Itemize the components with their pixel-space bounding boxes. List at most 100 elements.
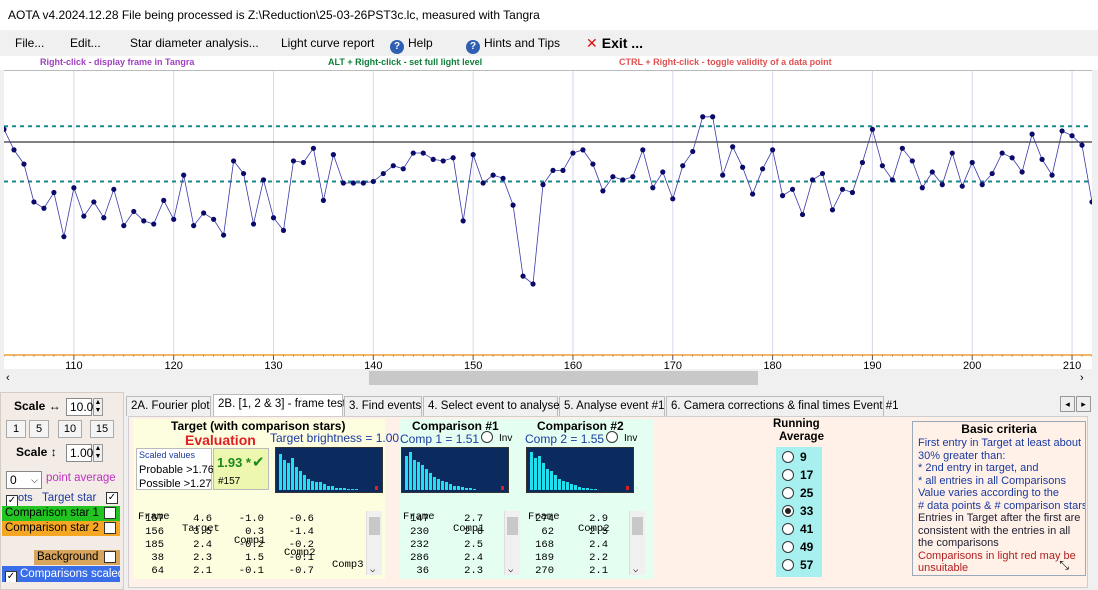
- running-average-option-41[interactable]: 41: [782, 522, 813, 536]
- comparison1-scroll-thumb[interactable]: [507, 517, 518, 535]
- table-cell: 2.3: [464, 565, 483, 577]
- comparison1-invert[interactable]: Inv: [481, 431, 512, 444]
- target-star-row[interactable]: ✓ ots Target star ✓: [6, 490, 122, 507]
- tab-find-events[interactable]: 3. Find events: [344, 396, 422, 416]
- data-point: [1089, 199, 1095, 205]
- running-average-option-25[interactable]: 25: [782, 486, 813, 500]
- menu-star-diameter[interactable]: Star diameter analysis...: [130, 36, 259, 50]
- target-table-scrollbar[interactable]: ⌵: [366, 511, 382, 575]
- radio-button[interactable]: [782, 559, 794, 571]
- preset-button-15[interactable]: 15: [90, 420, 114, 438]
- resize-grip-icon[interactable]: ⤡: [1059, 558, 1069, 573]
- table-cell: 2.4: [464, 552, 483, 564]
- menu-lightcurve-report[interactable]: Light curve report: [281, 36, 374, 50]
- comparison-star-2-checkbox[interactable]: [104, 522, 116, 534]
- histogram-bar: [299, 471, 302, 490]
- comparison-star-2-row[interactable]: Comparison star 2: [2, 521, 120, 536]
- data-point: [959, 183, 965, 189]
- table-cell: 36: [416, 565, 429, 577]
- data-point: [879, 163, 885, 169]
- scroll-left-icon[interactable]: ‹: [6, 372, 10, 384]
- background-row[interactable]: Background: [34, 550, 120, 565]
- scale-horizontal-input[interactable]: 10.0: [66, 398, 93, 416]
- running-average-option-17[interactable]: 17: [782, 468, 813, 482]
- point-average-select[interactable]: 0 ⌵: [6, 471, 42, 489]
- comparison2-table-scrollbar[interactable]: ⌵: [629, 511, 645, 575]
- tab-camera-corrections[interactable]: 6. Camera corrections & final times Even…: [666, 396, 899, 416]
- tab-analyse-event[interactable]: 5. Analyse event #1: [559, 396, 665, 416]
- menu-hints[interactable]: ? Hints and Tips: [466, 36, 560, 54]
- target-star-checkbox[interactable]: ✓: [106, 492, 118, 504]
- preset-button-1[interactable]: 1: [6, 420, 26, 438]
- tab-scroll-right-icon[interactable]: ▸: [1076, 396, 1091, 412]
- menu-exit[interactable]: ✕ Exit ...: [586, 35, 643, 52]
- comparison-star-1-checkbox[interactable]: [104, 507, 116, 519]
- plot-scrollbar[interactable]: ‹ ›: [0, 369, 1098, 387]
- scale-vertical-stepper[interactable]: ▲ ▼: [93, 444, 103, 462]
- scroll-thumb[interactable]: [369, 371, 758, 385]
- comparisons-scaled-row[interactable]: ✓ Comparisons scaled: [2, 566, 120, 582]
- histogram-bar: [409, 452, 412, 490]
- tab-select-event[interactable]: 4. Select event to analyse: [423, 396, 560, 416]
- radio-button[interactable]: [782, 523, 794, 535]
- target-table: Frame Target Comp1 Comp2 Comp3 157 4.6 -1.…: [136, 497, 382, 577]
- tab-fourier-plot[interactable]: 2A. Fourier plot: [126, 396, 211, 416]
- light-curve-plot[interactable]: 110 120 130 140 150 160 170 180 190 200 210: [1, 70, 1095, 372]
- comparison1-histogram: [401, 447, 509, 493]
- running-average-option-49[interactable]: 49: [782, 540, 813, 554]
- radio-button[interactable]: [782, 469, 794, 481]
- radio-button[interactable]: [782, 451, 794, 463]
- comparison1-invert-radio[interactable]: [481, 431, 493, 443]
- radio-button[interactable]: [782, 541, 794, 553]
- tab-frame-test[interactable]: 2B. [1, 2 & 3] - frame test: [213, 394, 346, 416]
- table-cell: 2.1: [589, 565, 608, 577]
- menu-edit[interactable]: Edit...: [70, 36, 101, 50]
- histogram-bar: [315, 482, 318, 490]
- chevron-down-icon[interactable]: ⌵: [370, 565, 375, 575]
- menu-hints-label: Hints and Tips: [484, 36, 561, 50]
- data-point: [889, 177, 895, 183]
- background-checkbox[interactable]: [104, 551, 116, 563]
- running-average-option-33[interactable]: 33: [782, 504, 813, 518]
- histogram-bar: [335, 488, 338, 490]
- radio-button[interactable]: [782, 505, 794, 517]
- data-point: [111, 186, 117, 192]
- data-point: [380, 170, 386, 177]
- histogram-bar: [425, 469, 428, 490]
- histogram-bar: [417, 461, 420, 490]
- comparison2-invert[interactable]: Inv: [606, 431, 637, 444]
- scroll-right-icon[interactable]: ›: [1080, 372, 1084, 384]
- histogram-bar: [413, 459, 416, 490]
- preset-button-10[interactable]: 10: [58, 420, 82, 438]
- running-average-option-57[interactable]: 57: [782, 558, 813, 572]
- comparison1-table-scrollbar[interactable]: ⌵: [504, 511, 520, 575]
- scale-horizontal-stepper[interactable]: ▲ ▼: [93, 398, 103, 416]
- comparison2-invert-radio[interactable]: [606, 431, 618, 443]
- table-cell: 286: [410, 552, 429, 564]
- radio-button[interactable]: [782, 487, 794, 499]
- preset-button-5[interactable]: 5: [29, 420, 49, 438]
- scale-vertical-input[interactable]: 1.00: [66, 444, 93, 462]
- running-average-option-label: 33: [800, 504, 814, 518]
- comparison2-scroll-thumb[interactable]: [632, 517, 643, 535]
- target-table-scroll-thumb[interactable]: [369, 517, 380, 535]
- comparisons-scaled-checkbox[interactable]: ✓: [5, 571, 17, 582]
- running-average-option-9[interactable]: 9: [782, 450, 807, 464]
- menu-help[interactable]: ? Help: [390, 36, 433, 54]
- data-point: [760, 166, 766, 172]
- data-point: [350, 180, 356, 186]
- table-cell: -0.6: [288, 513, 314, 525]
- histogram-bar: [287, 463, 290, 490]
- menu-file[interactable]: File...: [15, 36, 44, 50]
- comparison-star-1-row[interactable]: Comparison star 1: [2, 506, 120, 521]
- menu-help-label: Help: [408, 36, 433, 50]
- score-box: 1.93 * ✔ #157: [213, 448, 269, 490]
- data-point: [390, 163, 396, 169]
- tab-scroll-left-icon[interactable]: ◂: [1060, 396, 1075, 412]
- light-curve-svg[interactable]: 110 120 130 140 150 160 170 180 190 200 210: [1, 71, 1095, 372]
- histogram-marker: [626, 486, 629, 490]
- chevron-down-icon[interactable]: ⌵: [633, 565, 638, 575]
- data-point: [550, 167, 556, 173]
- table-cell: 2.3: [193, 552, 212, 564]
- chevron-down-icon[interactable]: ⌵: [508, 565, 513, 575]
